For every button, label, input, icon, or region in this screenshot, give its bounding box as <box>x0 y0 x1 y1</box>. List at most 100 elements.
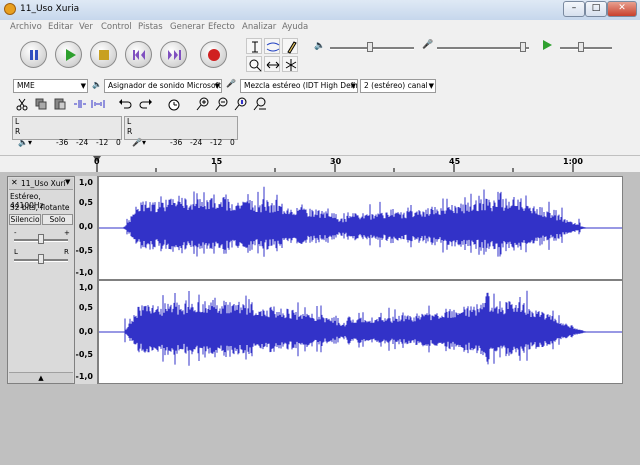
track-title-bar[interactable]: ✕ 11_Uso Xuri ▼ <box>9 178 73 190</box>
chevron-up-icon: ▲ <box>38 374 44 382</box>
window-title: 11_Uso Xuria <box>20 4 80 14</box>
axis-label: 0,5 <box>78 198 93 207</box>
meter-left-label: L <box>127 117 132 126</box>
redo-button[interactable] <box>137 96 153 112</box>
solo-button[interactable]: Solo <box>42 214 73 225</box>
skip-start-icon <box>133 50 145 60</box>
silence-button[interactable] <box>90 96 106 112</box>
ruler-label: 30 <box>330 157 342 166</box>
speed-thumb[interactable] <box>578 42 584 52</box>
meter-scale-label: -36 <box>170 138 183 147</box>
selection-tool[interactable] <box>246 38 262 54</box>
input-device-select[interactable]: Mezcla estéreo (IDT High Defin ▼ <box>240 79 358 93</box>
menu-generar[interactable]: Generar <box>170 22 205 32</box>
collapse-track-button[interactable]: ▲ <box>9 372 73 383</box>
meter-scale-label: -24 <box>76 138 89 147</box>
input-volume-track[interactable] <box>437 47 529 50</box>
stop-button[interactable] <box>90 41 117 68</box>
playback-meter-icon[interactable]: 🔈▾ <box>18 138 32 147</box>
maximize-button[interactable]: □ <box>585 1 607 17</box>
skip-start-button[interactable] <box>125 41 152 68</box>
meter-right-label: R <box>15 127 21 136</box>
axis-label: 0,5 <box>78 303 93 312</box>
input-device-value: Mezcla estéreo (IDT High Defin <box>244 81 358 90</box>
menu-ayuda[interactable]: Ayuda <box>282 22 308 32</box>
gain-slider-thumb[interactable] <box>38 234 44 244</box>
timeline-ruler[interactable]: 0 15 30 45 1:00 <box>0 156 640 173</box>
axis-label: 1,0 <box>78 283 93 292</box>
menu-analizar[interactable]: Analizar <box>242 22 276 32</box>
zoom-tool[interactable] <box>246 56 262 72</box>
play-at-speed-button[interactable] <box>540 38 554 52</box>
chevron-down-icon[interactable]: ▼ <box>65 178 70 186</box>
play-button[interactable] <box>55 41 82 68</box>
zoom-in-button[interactable] <box>195 96 211 112</box>
fit-project-button[interactable] <box>252 96 268 112</box>
pencil-icon <box>287 41 297 54</box>
record-button[interactable] <box>200 41 227 68</box>
asterisk-icon <box>285 59 297 71</box>
chevron-down-icon: ▼ <box>80 82 86 90</box>
amplitude-ruler-bottom: 1,0 0,5 0,0 -0,5 -1,0 <box>75 280 98 384</box>
close-icon[interactable]: ✕ <box>11 178 18 187</box>
gain-plus-label: + <box>64 229 70 237</box>
envelope-tool[interactable] <box>264 38 280 54</box>
sync-lock-button[interactable] <box>166 96 182 112</box>
fit-project-icon <box>253 97 266 111</box>
record-meter[interactable]: L R <box>124 116 238 140</box>
timeshift-tool[interactable] <box>264 56 280 72</box>
paste-button[interactable] <box>52 96 68 112</box>
pause-button[interactable] <box>20 41 47 68</box>
axis-label: 0,0 <box>78 327 93 336</box>
stop-icon <box>99 50 109 60</box>
copy-button[interactable] <box>33 96 49 112</box>
menu-pistas[interactable]: Pistas <box>138 22 163 32</box>
axis-label: -0,5 <box>75 350 94 359</box>
axis-label: -0,5 <box>75 246 94 255</box>
fit-selection-icon <box>234 97 247 111</box>
waveform-left-channel[interactable] <box>98 176 623 280</box>
close-button[interactable]: ✕ <box>607 1 637 17</box>
record-meter-icon[interactable]: 🎤▾ <box>132 138 146 147</box>
axis-label: -1,0 <box>75 268 94 277</box>
record-icon <box>208 49 220 61</box>
speed-track[interactable] <box>560 47 612 50</box>
chevron-down-icon: ▼ <box>428 82 434 90</box>
ruler-label: 45 <box>449 157 461 166</box>
input-channels-select[interactable]: 2 (estéreo) canal ▼ <box>360 79 436 93</box>
menu-ver[interactable]: Ver <box>79 22 93 32</box>
waveform-right-channel[interactable] <box>98 280 623 384</box>
menu-archivo[interactable]: Archivo <box>10 22 42 32</box>
copy-icon <box>35 98 47 110</box>
playback-meter[interactable]: L R <box>12 116 122 140</box>
audio-host-select[interactable]: MME ▼ <box>13 79 88 93</box>
draw-tool[interactable] <box>282 38 298 54</box>
menu-editar[interactable]: Editar <box>48 22 73 32</box>
minimize-button[interactable]: – <box>563 1 585 17</box>
menu-bar: Archivo Editar Ver Control Pistas Genera… <box>0 20 640 36</box>
mute-button[interactable]: Silencio <box>9 214 41 225</box>
amplitude-ruler-top: 1,0 0,5 0,0 -0,5 -1,0 <box>75 176 98 280</box>
waveform-left <box>99 186 622 257</box>
toolbar-area: 🔈 🎤 MME ▼ 🔈 Asignador de sonido Microsoft… <box>0 35 640 155</box>
play-icon <box>66 49 76 61</box>
microphone-icon: 🎤 <box>226 79 236 88</box>
multi-tool[interactable] <box>282 56 298 72</box>
skip-end-button[interactable] <box>160 41 187 68</box>
output-device-select[interactable]: Asignador de sonido Microsoft ▼ <box>104 79 222 93</box>
pan-slider-thumb[interactable] <box>38 254 44 264</box>
menu-control[interactable]: Control <box>101 22 132 32</box>
ruler-label: 0 <box>94 157 100 166</box>
pause-icon <box>30 50 38 60</box>
menu-efecto[interactable]: Efecto <box>208 22 235 32</box>
undo-button[interactable] <box>118 96 134 112</box>
cut-button[interactable] <box>14 96 30 112</box>
redo-icon <box>139 99 152 109</box>
trim-button[interactable] <box>72 96 88 112</box>
output-volume-thumb[interactable] <box>367 42 373 52</box>
zoom-out-button[interactable] <box>214 96 230 112</box>
fit-selection-button[interactable] <box>233 96 249 112</box>
chevron-down-icon: ▼ <box>214 82 220 90</box>
play-icon <box>543 40 552 50</box>
input-volume-thumb[interactable] <box>520 42 526 52</box>
